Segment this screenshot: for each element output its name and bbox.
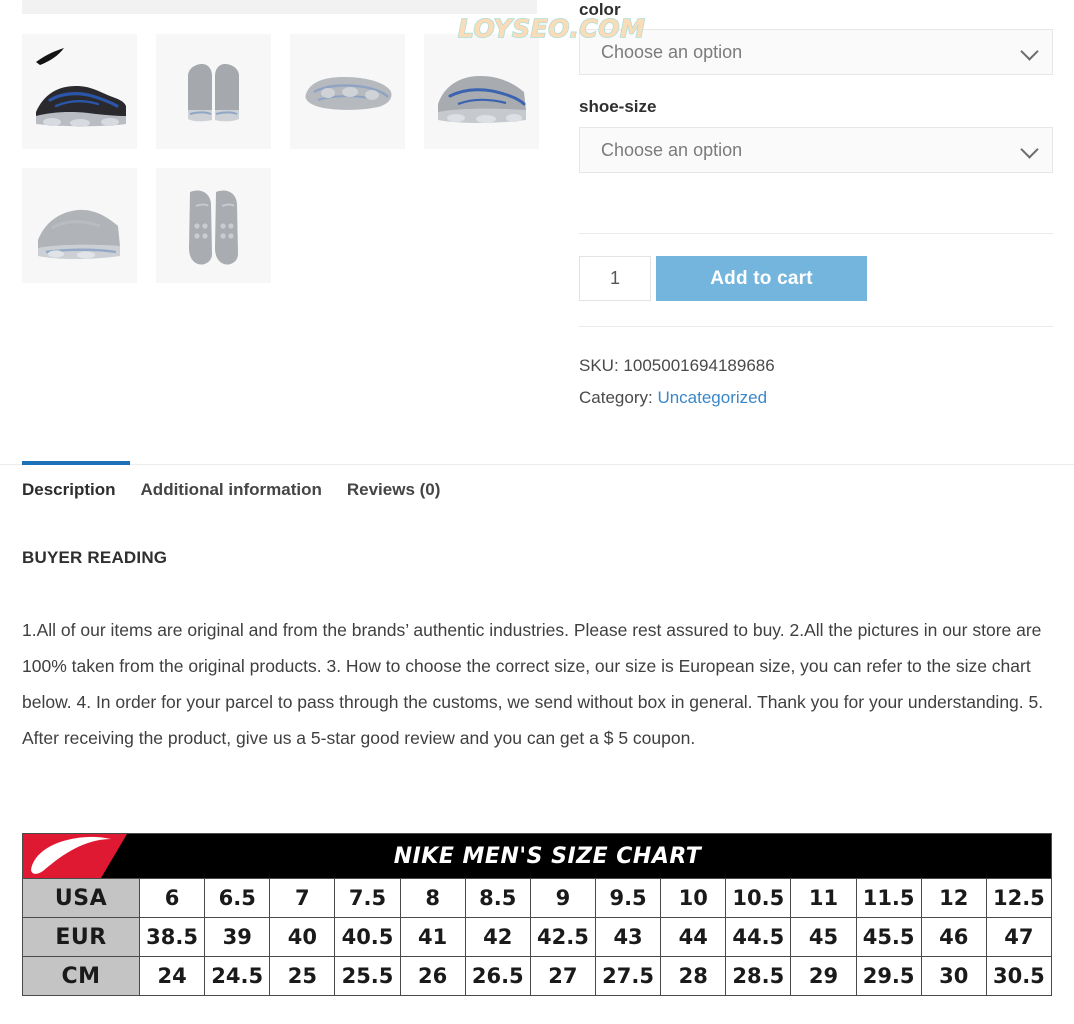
product-tabs: Description Additional information Revie… xyxy=(22,480,440,500)
cell: 26.5 xyxy=(465,956,531,995)
sku-label: SKU: xyxy=(579,356,619,375)
cell: 10.5 xyxy=(726,878,792,917)
product-meta: SKU: 1005001694189686 Category: Uncatego… xyxy=(579,350,775,414)
nike-size-chart: NIKE MEN'S SIZE CHART USA 6 6.5 7 7.5 8 … xyxy=(22,833,1052,996)
cell: 27.5 xyxy=(595,956,662,995)
cell: 45.5 xyxy=(856,917,922,956)
size-chart-title: NIKE MEN'S SIZE CHART xyxy=(393,843,702,869)
color-select[interactable]: Choose an option xyxy=(579,29,1053,76)
gallery-row xyxy=(22,34,546,149)
add-to-cart-row: Add to cart xyxy=(579,256,867,301)
tab-reviews[interactable]: Reviews (0) xyxy=(347,480,441,500)
main-product-image[interactable] xyxy=(22,0,537,14)
cell: 12 xyxy=(921,878,987,917)
cell: 10 xyxy=(661,878,727,917)
product-variation-form: color Choose an option shoe-size Choose … xyxy=(579,0,1053,173)
tabs-divider xyxy=(0,464,1074,465)
cell: 7.5 xyxy=(335,878,401,917)
site-watermark: LOYSEO.COM xyxy=(457,13,646,44)
cell: 29.5 xyxy=(856,956,922,995)
cell: 6 xyxy=(140,878,206,917)
thumbnail-three-quarter-view[interactable] xyxy=(22,168,137,283)
chevron-down-icon xyxy=(1020,42,1039,62)
thumbnail-top-view[interactable] xyxy=(156,168,271,283)
thumbnail-sole-view[interactable] xyxy=(290,34,405,149)
chevron-down-icon xyxy=(1020,140,1039,159)
cell: 7 xyxy=(270,878,336,917)
description-body: 1.All of our items are original and from… xyxy=(22,620,1044,748)
tab-description[interactable]: Description xyxy=(22,480,116,500)
cell: 40.5 xyxy=(335,917,401,956)
thumbnail-angled-view[interactable] xyxy=(424,34,539,149)
category-label: Category: xyxy=(579,388,653,407)
cell: 39 xyxy=(205,917,271,956)
cell: 6.5 xyxy=(205,878,271,917)
product-gallery xyxy=(22,34,546,302)
quantity-input[interactable] xyxy=(579,256,651,301)
cell: 27 xyxy=(530,956,596,995)
cell: 9 xyxy=(530,878,596,917)
cell: 42.5 xyxy=(530,917,596,956)
active-tab-indicator xyxy=(22,461,130,465)
description-heading: BUYER READING xyxy=(22,548,168,567)
cell: 30 xyxy=(921,956,987,995)
cell: 9.5 xyxy=(595,878,662,917)
cell: 25.5 xyxy=(335,956,401,995)
divider xyxy=(579,233,1053,234)
size-chart-row-usa: USA 6 6.5 7 7.5 8 8.5 9 9.5 10 10.5 11 1… xyxy=(23,878,1051,917)
cell: 24.5 xyxy=(205,956,271,995)
cell: 29 xyxy=(791,956,857,995)
cell: 41 xyxy=(400,917,466,956)
cell: 12.5 xyxy=(986,878,1051,917)
row-header-eur: EUR xyxy=(23,917,140,956)
cell: 11 xyxy=(791,878,857,917)
cell: 26 xyxy=(400,956,466,995)
nike-swoosh-logo-icon xyxy=(23,834,139,878)
row-header-cm: CM xyxy=(23,956,140,995)
tab-additional-information[interactable]: Additional information xyxy=(141,480,322,500)
divider xyxy=(579,326,1053,327)
size-chart-row-eur: EUR 38.5 39 40 40.5 41 42 42.5 43 44 44.… xyxy=(23,917,1051,956)
category-line: Category: Uncategorized xyxy=(579,382,775,414)
cell: 47 xyxy=(986,917,1051,956)
cell: 8.5 xyxy=(465,878,531,917)
shoe-size-select[interactable]: Choose an option xyxy=(579,126,1053,173)
gallery-row xyxy=(22,168,546,283)
size-chart-header: NIKE MEN'S SIZE CHART xyxy=(23,834,1051,878)
cell: 44.5 xyxy=(726,917,792,956)
thumbnail-back-view[interactable] xyxy=(156,34,271,149)
cell: 11.5 xyxy=(856,878,922,917)
cell: 25 xyxy=(270,956,336,995)
cell: 45 xyxy=(791,917,857,956)
cell: 8 xyxy=(400,878,466,917)
add-to-cart-button[interactable]: Add to cart xyxy=(656,256,867,301)
category-link[interactable]: Uncategorized xyxy=(657,388,767,407)
sku-line: SKU: 1005001694189686 xyxy=(579,350,775,382)
cell: 28.5 xyxy=(726,956,792,995)
cell: 44 xyxy=(661,917,727,956)
sku-value: 1005001694189686 xyxy=(623,356,775,375)
shoe-size-select-value: Choose an option xyxy=(601,139,743,160)
thumbnail-side-view-black-blue[interactable] xyxy=(22,34,137,149)
cell: 43 xyxy=(595,917,662,956)
cell: 30.5 xyxy=(986,956,1051,995)
cell: 38.5 xyxy=(140,917,206,956)
cell: 40 xyxy=(270,917,336,956)
cell: 28 xyxy=(661,956,727,995)
size-chart-row-cm: CM 24 24.5 25 25.5 26 26.5 27 27.5 28 28… xyxy=(23,956,1051,995)
row-header-usa: USA xyxy=(23,878,140,917)
cell: 46 xyxy=(921,917,987,956)
cell: 42 xyxy=(465,917,531,956)
shoe-size-option-label: shoe-size xyxy=(579,97,657,117)
color-option-label: color xyxy=(579,0,621,19)
cell: 24 xyxy=(140,956,206,995)
